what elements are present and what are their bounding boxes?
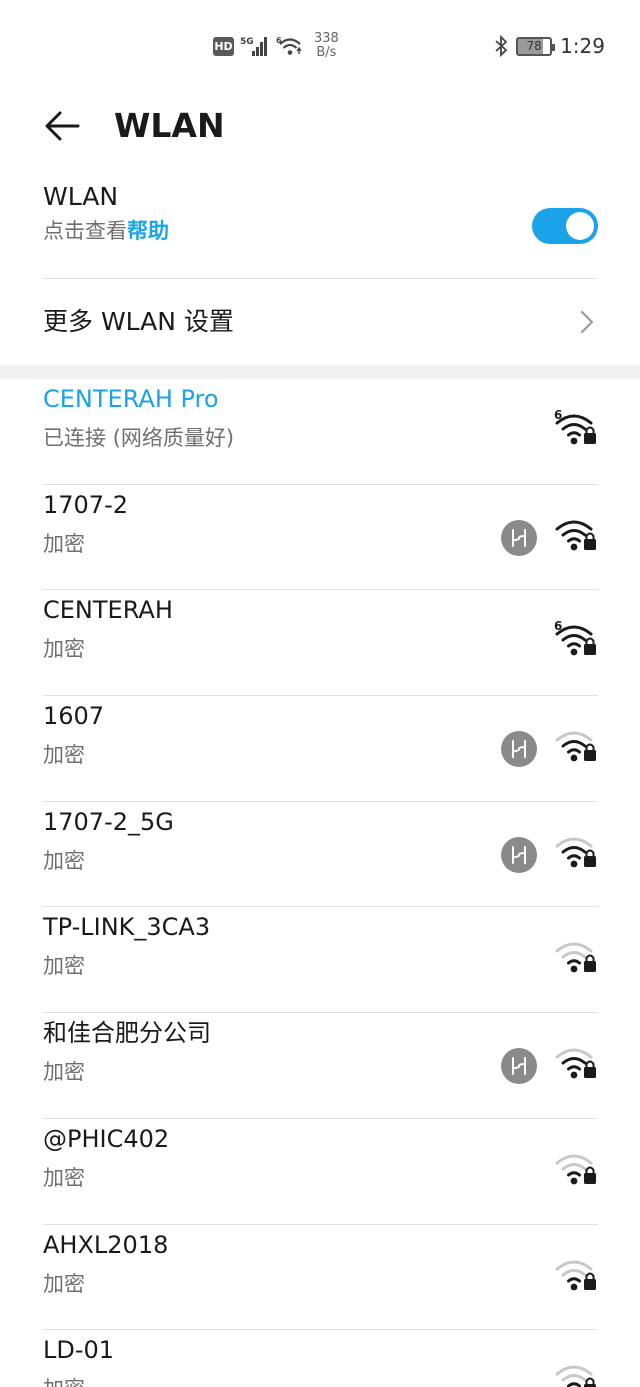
hd-badge: HD — [213, 36, 234, 56]
shared-network-icon[interactable] — [501, 731, 537, 768]
more-wlan-settings-row[interactable]: 更多 WLAN 设置 — [43, 279, 598, 365]
chevron-right-icon — [580, 310, 594, 334]
network-status: 加密 — [43, 531, 85, 556]
network-item[interactable]: TP-LINK_3CA3 加密 — [43, 907, 598, 1014]
network-name: TP-LINK_3CA3 — [43, 913, 211, 942]
app-header: WLAN — [0, 90, 640, 162]
wifi-signal-icon — [555, 731, 596, 762]
network-speed: 338 B/s — [314, 31, 339, 60]
wifi-signal-icon — [555, 1048, 596, 1079]
network-name: CENTERAH Pro — [43, 385, 219, 413]
share-glyph-icon — [512, 1057, 526, 1076]
section-gap — [0, 365, 640, 379]
wifi-signal-icon — [555, 520, 596, 551]
page-title: WLAN — [114, 106, 225, 145]
back-button[interactable] — [40, 104, 84, 148]
wlan-label: WLAN — [43, 182, 119, 211]
wlan-toggle-row[interactable]: WLAN 点击查看帮助 — [43, 180, 598, 278]
wifi-signal-icon: 6 — [554, 408, 596, 445]
cellular-signal-icon: 5G — [240, 37, 267, 56]
network-item[interactable]: 1707-2_5G 加密 — [43, 802, 598, 908]
network-status: 加密 — [43, 848, 85, 873]
network-name: CENTERAH — [43, 596, 173, 625]
network-name: 1607 — [43, 702, 105, 731]
network-status: 加密 — [43, 1372, 85, 1387]
share-glyph-icon — [512, 845, 526, 864]
network-item[interactable]: 1607 加密 — [43, 696, 598, 802]
switch-knob — [566, 212, 594, 240]
network-name: AHXL2018 — [43, 1230, 169, 1259]
shared-network-icon[interactable] — [501, 519, 537, 556]
network-status: 加密 — [43, 743, 85, 768]
network-item[interactable]: 1707-2 加密 — [43, 485, 598, 591]
back-arrow-icon — [45, 111, 80, 141]
help-link[interactable]: 帮助 — [127, 219, 169, 243]
wifi-signal-icon — [555, 837, 596, 868]
wifi-signal-icon — [555, 942, 596, 973]
network-item[interactable]: CENTERAH Pro 已连接 (网络质量好) 6 — [43, 379, 598, 485]
wifi-signal-icon — [555, 1260, 596, 1290]
network-status: 加密 — [43, 637, 85, 662]
wifi-status-icon: 6 — [276, 36, 302, 55]
wifi-signal-icon — [555, 1154, 596, 1185]
status-left: HD 5G 6 338 B/s — [213, 32, 339, 60]
wifi-signal-icon: 6 — [554, 619, 596, 656]
wifi-signal-icon — [555, 1365, 596, 1387]
bluetooth-icon — [495, 35, 508, 57]
status-right: 78 1:29 — [494, 34, 605, 58]
status-bar: HD 5G 6 338 B/s 78 1:29 — [0, 0, 640, 90]
battery-icon: 78 — [516, 36, 556, 56]
network-status: 加密 — [43, 954, 85, 979]
network-type-label: 5G — [240, 37, 254, 47]
network-item[interactable]: 和佳合肥分公司 加密 — [43, 1013, 598, 1119]
network-list: CENTERAH Pro 已连接 (网络质量好) 6 1707-2 加密 CEN… — [0, 379, 640, 1387]
share-glyph-icon — [512, 740, 526, 759]
network-name: @PHIC402 — [43, 1124, 170, 1153]
more-settings-label: 更多 WLAN 设置 — [43, 307, 234, 336]
wlan-hint: 点击查看帮助 — [43, 219, 169, 243]
clock: 1:29 — [560, 34, 605, 58]
network-item[interactable]: AHXL2018 加密 — [43, 1225, 598, 1331]
shared-network-icon[interactable] — [501, 836, 537, 873]
share-glyph-icon — [512, 528, 526, 547]
shared-network-icon[interactable] — [501, 1048, 537, 1085]
network-item[interactable]: LD-01 加密 — [43, 1330, 598, 1387]
network-item[interactable]: @PHIC402 加密 — [43, 1119, 598, 1225]
network-status: 加密 — [43, 1165, 85, 1190]
network-status: 加密 — [43, 1271, 85, 1296]
network-name: 1707-2_5G — [43, 807, 174, 836]
network-item[interactable]: CENTERAH 加密 6 — [43, 590, 598, 697]
network-status: 已连接 (网络质量好) — [43, 426, 235, 450]
network-name: LD-01 — [43, 1336, 115, 1365]
network-name: 和佳合肥分公司 — [43, 1019, 211, 1048]
network-status: 加密 — [43, 1060, 85, 1085]
wlan-switch[interactable] — [532, 208, 598, 244]
network-name: 1707-2 — [43, 490, 129, 519]
